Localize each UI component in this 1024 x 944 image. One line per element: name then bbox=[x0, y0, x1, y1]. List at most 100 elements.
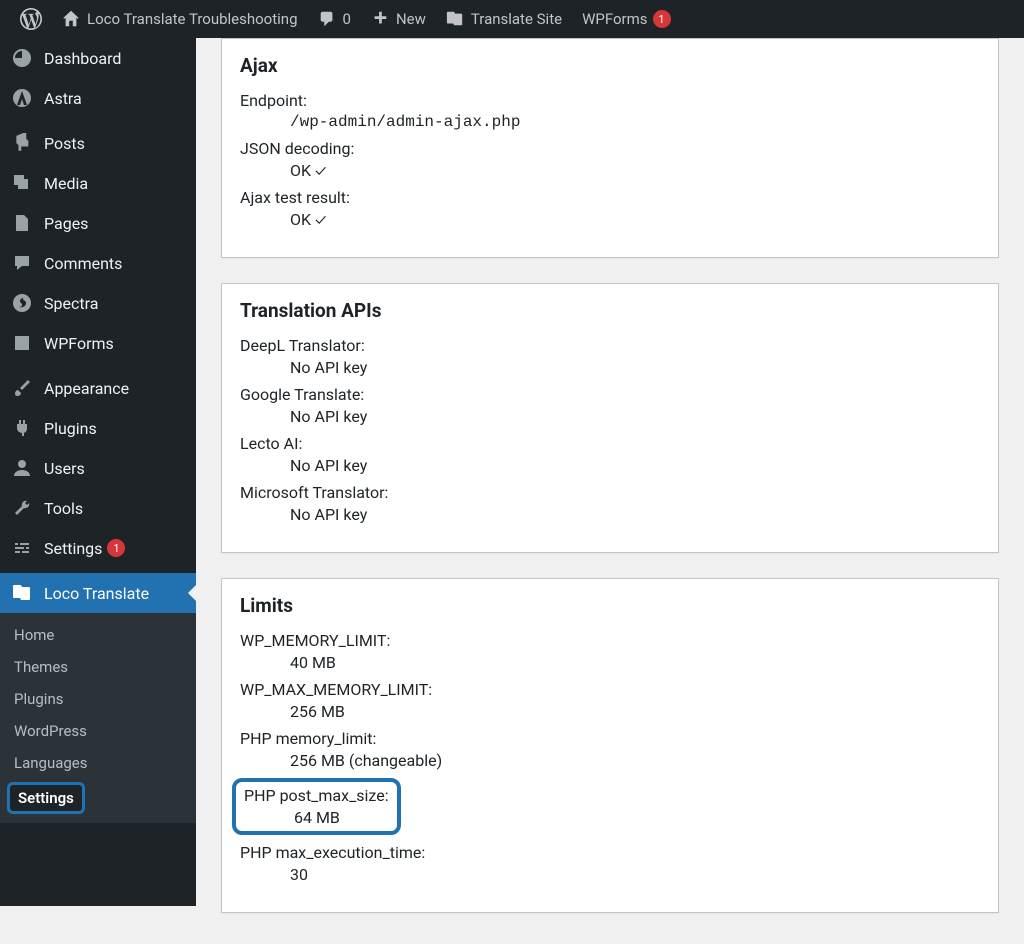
sidebar-item-posts[interactable]: Posts bbox=[0, 123, 196, 163]
wpforms-label: WPForms bbox=[582, 10, 647, 28]
sidebar-label: Settings bbox=[44, 539, 102, 558]
ajaxtest-value: OK bbox=[240, 210, 980, 229]
sidebar-item-plugins[interactable]: Plugins bbox=[0, 408, 196, 448]
sidebar-label: Loco Translate bbox=[44, 584, 149, 603]
user-icon bbox=[12, 458, 34, 478]
sidebar-item-appearance[interactable]: Appearance bbox=[0, 368, 196, 408]
panel-apis: Translation APIs DeepL Translator: No AP… bbox=[221, 283, 999, 553]
wpmem-value: 40 MB bbox=[240, 653, 980, 672]
sidebar-label: Users bbox=[44, 459, 85, 478]
pin-icon bbox=[12, 133, 34, 153]
lecto-label: Lecto AI: bbox=[240, 434, 980, 453]
submenu-settings[interactable]: Settings bbox=[7, 782, 85, 814]
translate-site-link[interactable]: Translate Site bbox=[436, 0, 572, 38]
sidebar-item-loco-translate[interactable]: Loco Translate bbox=[0, 573, 196, 613]
dashboard-icon bbox=[12, 48, 34, 68]
sidebar-item-media[interactable]: Media bbox=[0, 163, 196, 203]
google-value: No API key bbox=[240, 407, 980, 426]
exectime-label: PHP max_execution_time: bbox=[240, 843, 980, 862]
sidebar-item-dashboard[interactable]: Dashboard bbox=[0, 38, 196, 78]
panel-title-ajax: Ajax bbox=[240, 54, 980, 77]
comments-link[interactable]: 0 bbox=[308, 0, 361, 38]
comments-icon bbox=[318, 10, 336, 28]
deepl-value: No API key bbox=[240, 358, 980, 377]
panel-title-limits: Limits bbox=[240, 594, 980, 617]
wpmem-label: WP_MEMORY_LIMIT: bbox=[240, 631, 980, 650]
wpforms-badge: 1 bbox=[653, 10, 671, 28]
media-icon bbox=[12, 173, 34, 193]
exectime-value: 30 bbox=[240, 865, 980, 884]
microsoft-label: Microsoft Translator: bbox=[240, 483, 980, 502]
translate-icon bbox=[12, 583, 34, 603]
panel-ajax: Ajax Endpoint: /wp-admin/admin-ajax.php … bbox=[221, 38, 999, 258]
postmax-value: 64 MB bbox=[244, 808, 389, 827]
endpoint-value: /wp-admin/admin-ajax.php bbox=[240, 113, 980, 131]
new-link[interactable]: New bbox=[361, 0, 436, 38]
spectra-icon bbox=[12, 293, 34, 313]
microsoft-value: No API key bbox=[240, 505, 980, 524]
sidebar-item-tools[interactable]: Tools bbox=[0, 488, 196, 528]
home-icon bbox=[62, 10, 80, 28]
main-content: Ajax Endpoint: /wp-admin/admin-ajax.php … bbox=[196, 38, 1024, 913]
sidebar-label: Astra bbox=[44, 89, 82, 108]
translate-site-label: Translate Site bbox=[471, 10, 562, 28]
postmax-label: PHP post_max_size: bbox=[244, 786, 389, 805]
ajaxtest-label: Ajax test result: bbox=[240, 188, 980, 207]
deepl-label: DeepL Translator: bbox=[240, 336, 980, 355]
plug-icon bbox=[12, 418, 34, 438]
sidebar-label: Pages bbox=[44, 214, 88, 233]
wpforms-icon bbox=[12, 333, 34, 353]
sidebar-label: Media bbox=[44, 174, 88, 193]
sidebar-item-pages[interactable]: Pages bbox=[0, 203, 196, 243]
panel-limits: Limits WP_MEMORY_LIMIT: 40 MB WP_MAX_MEM… bbox=[221, 578, 999, 913]
sidebar-item-comments[interactable]: Comments bbox=[0, 243, 196, 283]
astra-icon bbox=[12, 88, 34, 108]
site-home-link[interactable]: Loco Translate Troubleshooting bbox=[52, 0, 308, 38]
pages-icon bbox=[12, 213, 34, 233]
sidebar-label: Spectra bbox=[44, 294, 98, 313]
sidebar-label: Comments bbox=[44, 254, 122, 273]
lecto-value: No API key bbox=[240, 456, 980, 475]
highlight-postmax: PHP post_max_size: 64 MB bbox=[232, 778, 401, 835]
wpforms-link[interactable]: WPForms 1 bbox=[572, 0, 680, 38]
new-label: New bbox=[396, 10, 426, 28]
phpmem-value: 256 MB (changeable) bbox=[240, 751, 980, 770]
translate-icon bbox=[446, 10, 464, 28]
phpmem-label: PHP memory_limit: bbox=[240, 729, 980, 748]
comments-icon bbox=[12, 253, 34, 273]
sidebar-label: Posts bbox=[44, 134, 85, 153]
wp-logo[interactable] bbox=[10, 0, 52, 38]
sidebar-label: Tools bbox=[44, 499, 83, 518]
submenu-wordpress[interactable]: WordPress bbox=[0, 715, 196, 747]
json-label: JSON decoding: bbox=[240, 139, 980, 158]
sidebar-label: Plugins bbox=[44, 419, 97, 438]
sidebar-item-wpforms[interactable]: WPForms bbox=[0, 323, 196, 363]
settings-badge: 1 bbox=[107, 539, 125, 557]
sidebar-label: Appearance bbox=[44, 379, 129, 398]
submenu-home[interactable]: Home bbox=[0, 619, 196, 651]
sliders-icon bbox=[12, 538, 34, 558]
sidebar-item-astra[interactable]: Astra bbox=[0, 78, 196, 118]
panel-title-apis: Translation APIs bbox=[240, 299, 980, 322]
sidebar-item-spectra[interactable]: Spectra bbox=[0, 283, 196, 323]
sidebar-item-users[interactable]: Users bbox=[0, 448, 196, 488]
plus-icon bbox=[371, 10, 389, 28]
submenu-plugins[interactable]: Plugins bbox=[0, 683, 196, 715]
admin-bar: Loco Translate Troubleshooting 0 New Tra… bbox=[0, 0, 1024, 38]
brush-icon bbox=[12, 378, 34, 398]
google-label: Google Translate: bbox=[240, 385, 980, 404]
comments-count: 0 bbox=[343, 10, 351, 28]
submenu-themes[interactable]: Themes bbox=[0, 651, 196, 683]
sidebar-label: Dashboard bbox=[44, 49, 121, 68]
admin-sidebar: Dashboard Astra Posts Media Pages Commen… bbox=[0, 38, 196, 906]
sidebar-label: WPForms bbox=[44, 334, 114, 353]
endpoint-label: Endpoint: bbox=[240, 91, 980, 110]
site-name: Loco Translate Troubleshooting bbox=[87, 10, 298, 28]
sidebar-item-settings[interactable]: Settings 1 bbox=[0, 528, 196, 568]
submenu-languages[interactable]: Languages bbox=[0, 747, 196, 779]
wrench-icon bbox=[12, 498, 34, 518]
loco-submenu: Home Themes Plugins WordPress Languages … bbox=[0, 613, 196, 823]
json-value: OK bbox=[240, 161, 980, 180]
wpmax-value: 256 MB bbox=[240, 702, 980, 721]
wpmax-label: WP_MAX_MEMORY_LIMIT: bbox=[240, 680, 980, 699]
